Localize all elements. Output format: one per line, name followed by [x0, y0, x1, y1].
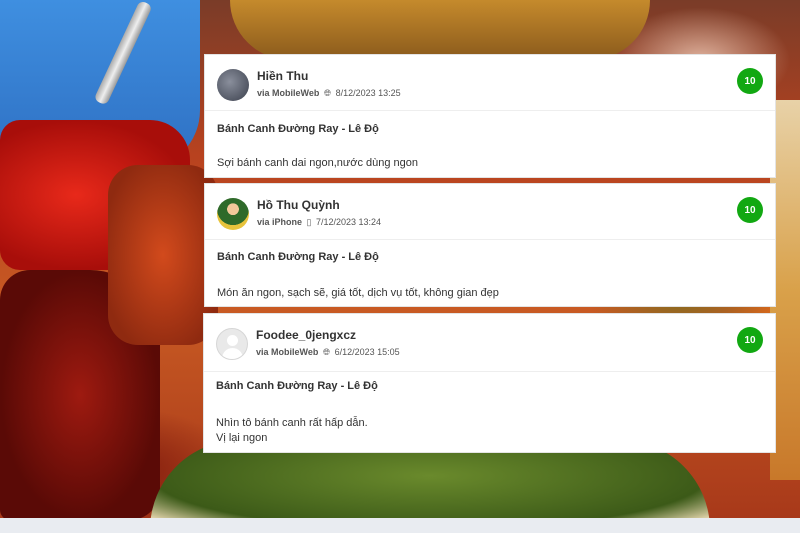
default-avatar-icon[interactable]	[216, 328, 248, 360]
avatar-body	[222, 348, 243, 359]
via-source: via iPhone	[257, 217, 303, 227]
review-header: Hồ Thu Quỳnh via iPhone ▯ 7/12/2023 13:2…	[205, 184, 775, 240]
review-header: Hiền Thu via MobileWeb 🌐︎ 8/12/2023 13:2…	[205, 55, 775, 111]
review-date: 7/12/2023 13:24	[316, 217, 382, 227]
globe-icon: 🌐︎	[323, 88, 332, 98]
place-name[interactable]: Bánh Canh Đường Ray - Lê Độ	[216, 380, 378, 392]
review-card: Hồ Thu Quỳnh via iPhone ▯ 7/12/2023 13:2…	[204, 183, 776, 307]
place-name[interactable]: Bánh Canh Đường Ray - Lê Độ	[217, 123, 379, 135]
review-date: 6/12/2023 15:05	[334, 347, 400, 357]
review-comment: Sợi bánh canh dai ngon,nước dùng ngon	[217, 157, 418, 169]
avatar[interactable]	[217, 198, 249, 230]
score-badge: 10	[737, 68, 763, 94]
footer-strip	[0, 518, 800, 533]
globe-icon: 🌐︎	[322, 347, 331, 357]
score-badge: 10	[737, 197, 763, 223]
review-card: Hiền Thu via MobileWeb 🌐︎ 8/12/2023 13:2…	[204, 54, 776, 178]
review-meta: via MobileWeb 🌐︎ 8/12/2023 13:25	[257, 88, 401, 99]
review-comment: Món ăn ngon, sạch sẽ, giá tốt, dịch vụ t…	[217, 287, 499, 299]
review-comment: Nhìn tô bánh canh rất hấp dẫn. Vị lại ng…	[216, 417, 368, 444]
review-date: 8/12/2023 13:25	[335, 88, 401, 98]
user-name[interactable]: Hồ Thu Quỳnh	[257, 198, 340, 212]
via-source: via MobileWeb	[257, 88, 320, 98]
chili-sauce-jar	[108, 165, 218, 345]
review-header: Foodee_0jengxcz via MobileWeb 🌐︎ 6/12/20…	[204, 314, 775, 372]
user-name[interactable]: Foodee_0jengxcz	[256, 328, 356, 342]
score-badge: 10	[737, 327, 763, 353]
phone-icon: ▯	[306, 217, 312, 227]
soup-bowl-top	[230, 0, 650, 60]
user-name[interactable]: Hiền Thu	[257, 69, 308, 83]
review-meta: via MobileWeb 🌐︎ 6/12/2023 15:05	[256, 347, 400, 358]
review-card: Foodee_0jengxcz via MobileWeb 🌐︎ 6/12/20…	[203, 313, 776, 453]
avatar[interactable]	[217, 69, 249, 101]
via-source: via MobileWeb	[256, 347, 319, 357]
place-name[interactable]: Bánh Canh Đường Ray - Lê Độ	[217, 251, 379, 263]
avatar-head	[227, 335, 238, 346]
review-meta: via iPhone ▯ 7/12/2023 13:24	[257, 217, 381, 228]
